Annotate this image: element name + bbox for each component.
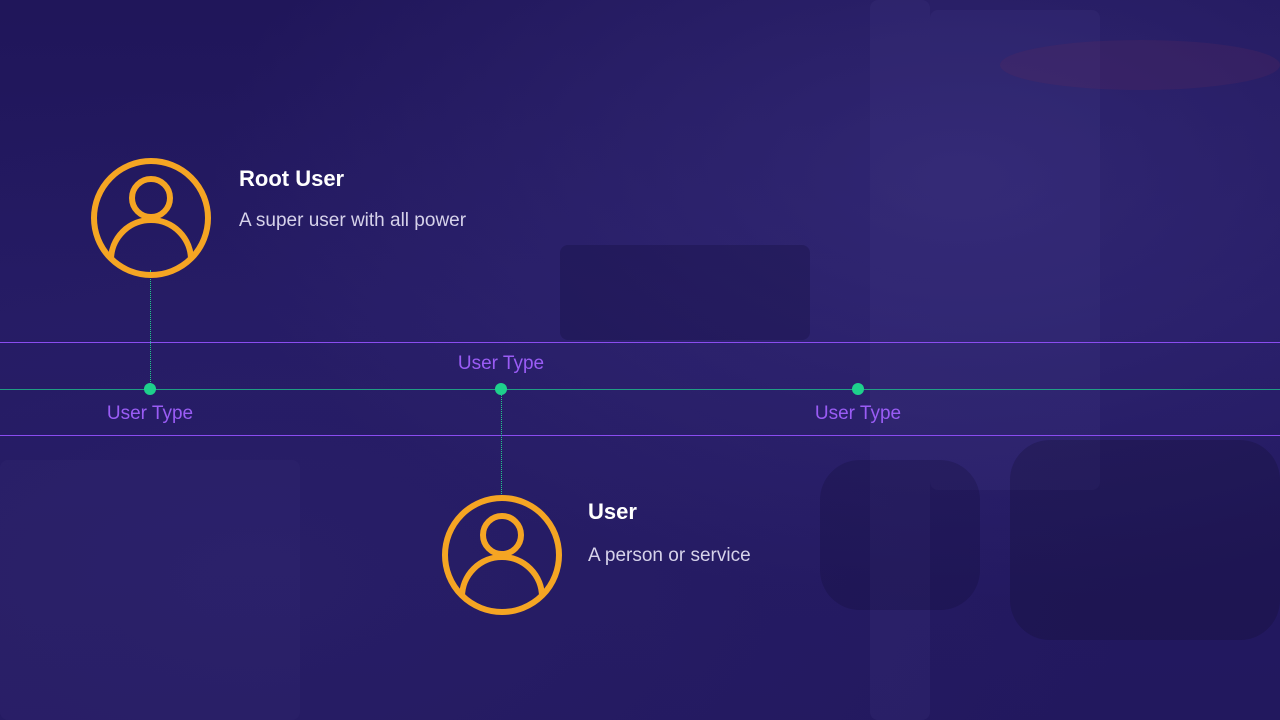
timeline-label-1: User Type: [106, 403, 194, 424]
band-bottom-border: [0, 435, 1280, 436]
user-description: A person or service: [588, 545, 751, 566]
background-shape: [820, 460, 980, 610]
timeline-label-3: User Type: [814, 403, 902, 424]
root-user-description: A super user with all power: [239, 210, 467, 231]
band-top-border: [0, 342, 1280, 343]
user-title: User: [588, 499, 637, 524]
user-avatar-icon: [91, 158, 211, 278]
timeline-label-2: User Type: [457, 353, 545, 374]
root-user-connector: [150, 270, 151, 388]
timeline-dot-3: [852, 383, 864, 395]
background-shape: [560, 245, 810, 340]
timeline-dot-2: [495, 383, 507, 395]
background-shape: [1010, 440, 1280, 640]
root-user-title: Root User: [239, 166, 345, 191]
diagram-canvas: User Type User Type User Type Root User …: [0, 0, 1280, 720]
user-avatar-icon: [442, 495, 562, 615]
background-shape: [1000, 40, 1280, 90]
timeline-line: [0, 389, 1280, 390]
background-shape: [0, 460, 300, 720]
user-connector: [501, 392, 502, 496]
timeline-dot-1: [144, 383, 156, 395]
background-shape: [870, 0, 930, 720]
